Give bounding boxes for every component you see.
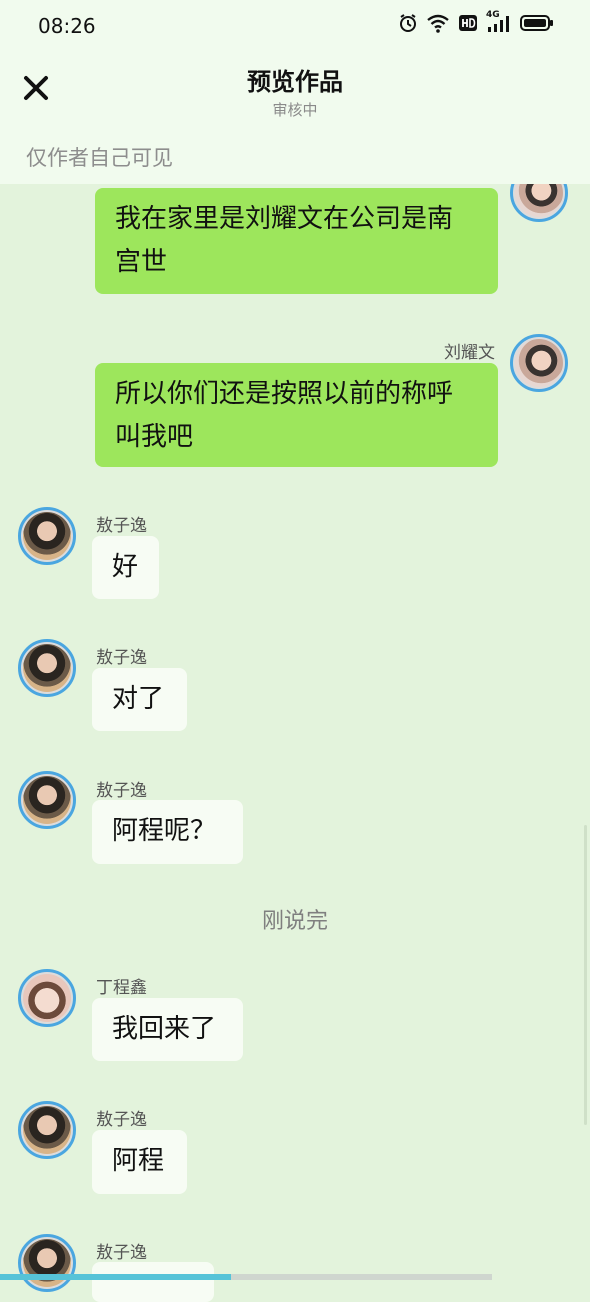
sender-name: 敖子逸 — [96, 648, 147, 668]
message-bubble[interactable]: 对了 — [92, 668, 187, 731]
sender-name: 丁程鑫 — [96, 978, 147, 998]
status-bar: 08:26 4G — [0, 0, 590, 52]
avatar[interactable] — [18, 639, 76, 697]
sender-name: 敖子逸 — [96, 516, 147, 536]
sender-name: 敖子逸 — [96, 1243, 147, 1263]
page-title: 预览作品 — [247, 68, 343, 96]
header-area: 08:26 4G 预览作品 审核中 仅作者自己可见 — [0, 0, 590, 184]
narration-text: 刚说完 — [261, 909, 328, 934]
alarm-icon — [400, 14, 416, 32]
message-bubble[interactable] — [92, 1262, 214, 1302]
avatar[interactable] — [18, 507, 76, 565]
message-bubble[interactable]: 好 — [92, 536, 159, 599]
signal-indicator: 4G — [486, 10, 512, 33]
message-text: 阿程 — [112, 1146, 165, 1176]
review-status: 审核中 — [272, 101, 318, 119]
progress-bar — [0, 1274, 590, 1280]
status-time: 08:26 — [38, 14, 96, 38]
wifi-icon — [427, 14, 449, 33]
message-bubble[interactable]: 阿程呢？ — [92, 800, 243, 864]
avatar[interactable] — [510, 334, 568, 392]
avatar[interactable] — [18, 969, 76, 1027]
message-text: 我回来了 — [112, 1014, 217, 1044]
message-text-line: 宫世 — [115, 247, 168, 277]
message-text: 好 — [112, 552, 139, 582]
message-text: 对了 — [112, 684, 165, 714]
message-bubble[interactable]: 所以你们还是按照以前的称呼 叫我吧 — [95, 363, 498, 467]
message-bubble[interactable]: 阿程 — [92, 1130, 187, 1194]
message-bubble[interactable]: 我回来了 — [92, 998, 243, 1061]
status-icons: 4G — [398, 10, 554, 33]
message-text: 阿程呢？ — [112, 816, 217, 846]
avatar[interactable] — [18, 1234, 76, 1292]
avatar[interactable] — [18, 1101, 76, 1159]
sender-name: 敖子逸 — [96, 781, 147, 801]
chat-area[interactable]: 我在家里是刘耀文在公司是南 宫世 刘耀文 所以你们还是按照以前的称呼 叫我吧 敖… — [0, 0, 590, 1302]
hd-icon — [459, 15, 477, 31]
message-bubble[interactable]: 我在家里是刘耀文在公司是南 宫世 — [95, 188, 498, 294]
sender-name: 刘耀文 — [444, 343, 495, 363]
message-text-line: 所以你们还是按照以前的称呼 — [115, 379, 454, 409]
avatar[interactable] — [18, 771, 76, 829]
battery-icon — [520, 15, 553, 31]
progress-fill — [0, 1274, 231, 1280]
visibility-note: 仅作者自己可见 — [26, 146, 173, 170]
message-text-line: 叫我吧 — [115, 422, 194, 452]
signal-icon — [488, 16, 509, 32]
message-text-line: 我在家里是刘耀文在公司是南 — [115, 204, 454, 234]
scrollbar[interactable] — [584, 825, 587, 1125]
sender-name: 敖子逸 — [96, 1110, 147, 1130]
nav-bar: 预览作品 审核中 — [0, 52, 590, 130]
